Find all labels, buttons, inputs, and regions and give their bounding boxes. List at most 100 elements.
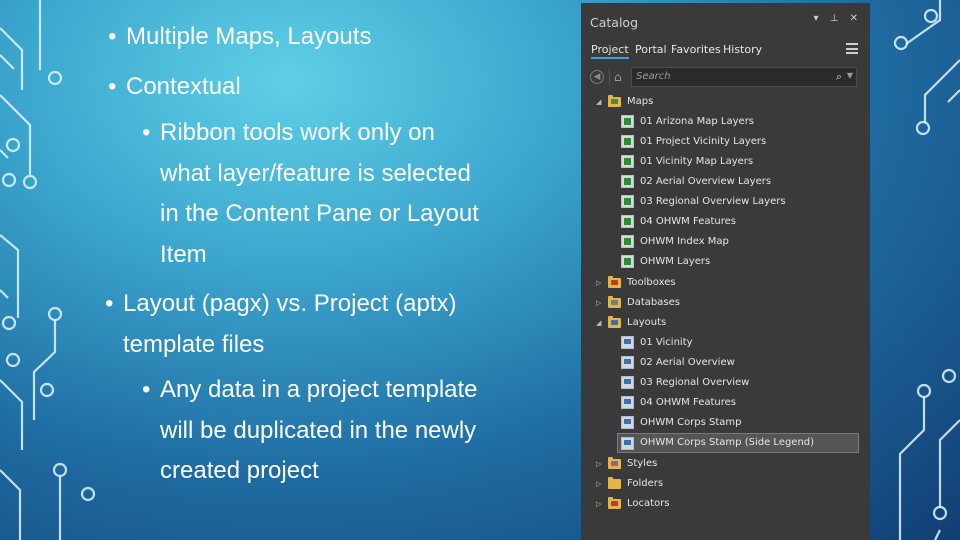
catalog-title: Catalog	[590, 15, 639, 30]
bullet-4: • Layout (pagx) vs. Project (aptx) templ…	[105, 284, 457, 365]
folder-icon	[608, 95, 621, 107]
folder-icon	[608, 296, 621, 308]
tree-item-layout[interactable]: 04 OHWM Features	[581, 393, 870, 413]
bullet-line: Multiple Maps, Layouts	[126, 23, 372, 50]
layout-icon	[621, 356, 634, 369]
tree-label: Folders	[627, 478, 664, 489]
collapsed-caret-icon[interactable]: ▷	[596, 474, 601, 494]
bullet-line: what layer/feature is selected	[160, 159, 471, 187]
collapsed-caret-icon[interactable]: ▷	[596, 454, 601, 474]
tree-label: Layouts	[627, 317, 667, 328]
tree-item-layout[interactable]: 03 Regional Overview	[581, 373, 870, 393]
toolbar-divider	[609, 69, 610, 85]
bullet-dot: •	[108, 23, 117, 50]
tree-label: 02 Aerial Overview	[640, 357, 735, 368]
layout-icon	[621, 437, 634, 450]
back-arrow-icon[interactable]: ◀	[590, 70, 604, 84]
tree-item-layout[interactable]: OHWM Corps Stamp	[581, 413, 870, 433]
tree-item-layout[interactable]: 01 Vicinity	[581, 333, 870, 353]
tree-item-map[interactable]: OHWM Layers	[581, 252, 870, 272]
tree-label: 01 Arizona Map Layers	[640, 116, 755, 127]
map-icon	[621, 215, 634, 228]
map-icon	[621, 235, 634, 248]
tree-item-map[interactable]: OHWM Index Map	[581, 232, 870, 252]
bullet-2: • Contextual	[108, 67, 241, 107]
layout-icon	[621, 376, 634, 389]
map-icon	[621, 255, 634, 268]
map-icon	[621, 115, 634, 128]
tab-favorites[interactable]: Favorites	[671, 43, 721, 56]
search-input[interactable]: Search ⌕ ▼	[631, 67, 857, 87]
bullet-dot: •	[142, 376, 151, 403]
tree-item-map[interactable]: 02 Aerial Overview Layers	[581, 172, 870, 192]
tab-project[interactable]: Project	[591, 43, 629, 59]
tree-item-layout-selected[interactable]: OHWM Corps Stamp (Side Legend)	[617, 433, 859, 453]
collapsed-caret-icon[interactable]: ▷	[596, 494, 601, 514]
tree-item-map[interactable]: 01 Project Vicinity Layers	[581, 132, 870, 152]
tree-label: 03 Regional Overview	[640, 377, 750, 388]
bullet-dot: •	[142, 119, 151, 146]
tree-label: Databases	[627, 297, 680, 308]
tree-item-map[interactable]: 04 OHWM Features	[581, 212, 870, 232]
layout-icon	[621, 336, 634, 349]
tree-label: 04 OHWM Features	[640, 216, 736, 227]
tree-item-layouts[interactable]: ◢ Layouts	[581, 313, 870, 333]
tree-label: Styles	[627, 458, 658, 469]
bullet-line: Any data in a project template	[160, 376, 478, 403]
map-icon	[621, 195, 634, 208]
folder-icon	[608, 477, 621, 489]
tree-label: 01 Vicinity	[640, 337, 693, 348]
folder-icon	[608, 457, 621, 469]
tree-label: 04 OHWM Features	[640, 397, 736, 408]
map-icon	[621, 175, 634, 188]
home-icon[interactable]: ⌂	[614, 70, 628, 84]
catalog-pane: Catalog ▾ ⊥ ✕ Project Portal Favorites H…	[581, 3, 870, 540]
tree-label: OHWM Layers	[640, 256, 711, 267]
tree-item-maps[interactable]: ◢ Maps	[581, 92, 870, 112]
map-icon	[621, 135, 634, 148]
folder-icon	[608, 276, 621, 288]
bullet-5: • Any data in a project template will be…	[142, 370, 478, 492]
tree-item-databases[interactable]: ▷ Databases	[581, 293, 870, 313]
tree-label: Locators	[627, 498, 670, 509]
folder-icon	[608, 497, 621, 509]
tab-portal[interactable]: Portal	[635, 43, 667, 56]
tree-label: OHWM Corps Stamp (Side Legend)	[640, 437, 815, 448]
tree-item-folders[interactable]: ▷ Folders	[581, 474, 870, 494]
search-icon[interactable]: ⌕	[836, 70, 842, 84]
tree-item-toolboxes[interactable]: ▷ Toolboxes	[581, 273, 870, 293]
tree-item-map[interactable]: 01 Vicinity Map Layers	[581, 152, 870, 172]
bullet-line: will be duplicated in the newly	[160, 416, 477, 444]
chevron-down-icon[interactable]: ▼	[847, 71, 853, 80]
bullet-line: Contextual	[126, 73, 241, 100]
bullet-line: created project	[160, 457, 319, 484]
bullet-line: in the Content Pane or Layout	[160, 200, 479, 227]
tree-item-locators[interactable]: ▷ Locators	[581, 494, 870, 514]
tree-item-map[interactable]: 03 Regional Overview Layers	[581, 192, 870, 212]
tree-label: Toolboxes	[627, 277, 676, 288]
bullet-dot: •	[108, 73, 117, 100]
tree-label: 01 Vicinity Map Layers	[640, 156, 754, 167]
tree-label: 03 Regional Overview Layers	[640, 196, 786, 207]
bullet-1: • Multiple Maps, Layouts	[108, 17, 372, 57]
tree-item-layout[interactable]: 02 Aerial Overview	[581, 353, 870, 373]
collapsed-caret-icon[interactable]: ▷	[596, 293, 601, 313]
bullet-line: Ribbon tools work only on	[160, 119, 435, 146]
bullet-line: Layout (pagx) vs. Project (aptx)	[123, 290, 457, 317]
expanded-caret-icon[interactable]: ◢	[596, 92, 601, 112]
bullet-line: Item	[160, 240, 207, 268]
tree-item-styles[interactable]: ▷ Styles	[581, 454, 870, 474]
tree-label: Maps	[627, 96, 654, 107]
layout-icon	[621, 416, 634, 429]
tab-history[interactable]: History	[723, 43, 762, 56]
bullet-line: template files	[123, 330, 265, 358]
expanded-caret-icon[interactable]: ◢	[596, 313, 601, 333]
collapsed-caret-icon[interactable]: ▷	[596, 273, 601, 293]
tree-item-map[interactable]: 01 Arizona Map Layers	[581, 112, 870, 132]
map-icon	[621, 155, 634, 168]
layout-icon	[621, 396, 634, 409]
menu-icon[interactable]	[846, 43, 858, 54]
bullet-3: • Ribbon tools work only on what layer/f…	[142, 113, 479, 275]
pane-controls-icon[interactable]: ▾ ⊥ ✕	[814, 13, 862, 24]
tree-label: 02 Aerial Overview Layers	[640, 176, 772, 187]
